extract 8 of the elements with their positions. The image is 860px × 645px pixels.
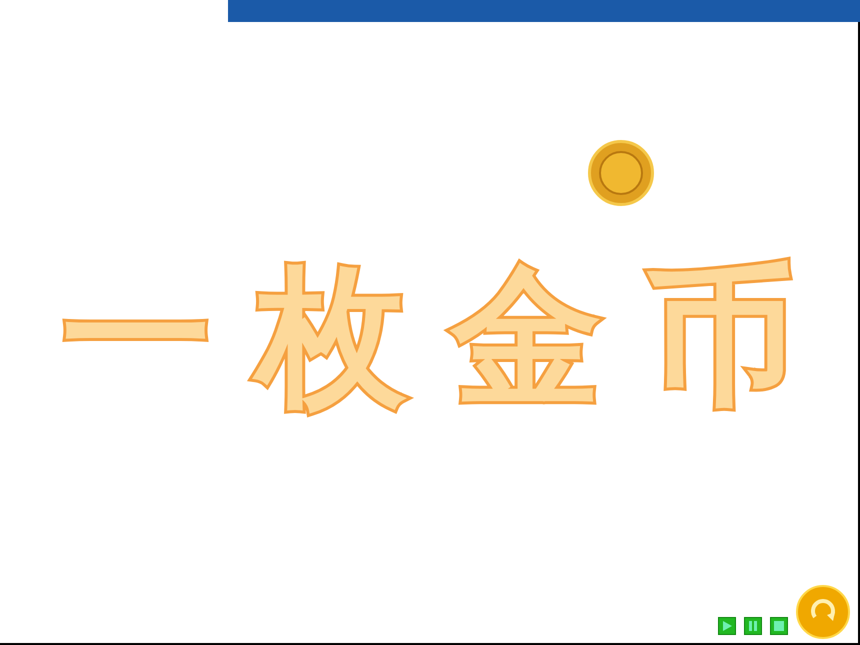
pause-button[interactable] <box>744 617 762 635</box>
stop-button[interactable] <box>770 617 788 635</box>
play-icon <box>722 621 732 631</box>
stop-icon <box>774 621 784 631</box>
replay-button[interactable] <box>796 585 850 639</box>
play-button[interactable] <box>718 617 736 635</box>
pause-icon <box>748 621 758 631</box>
slide-title: 一枚金币 <box>60 262 842 412</box>
